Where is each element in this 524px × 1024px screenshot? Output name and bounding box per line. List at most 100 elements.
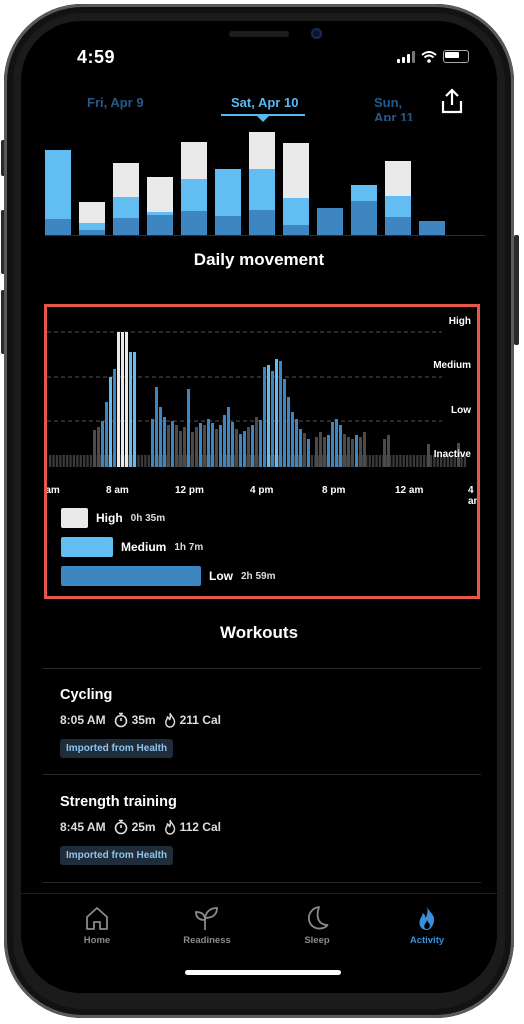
day-bar-medium (45, 150, 71, 219)
day-bar[interactable] (215, 169, 241, 236)
workout-name: Strength training (60, 794, 177, 810)
day-bar-high (283, 143, 309, 198)
day-bar-high (181, 142, 207, 179)
day-bar-high (79, 202, 105, 223)
share-icon[interactable] (439, 87, 465, 115)
app-screen: 4:59 Fri, Apr 9 Sat, Apr 10 Sun, Apr 11 … (21, 21, 497, 993)
tab-sleep-label: Sleep (304, 935, 330, 946)
day-bar-high (385, 161, 411, 196)
workout-name: Cycling (60, 687, 113, 703)
date-current[interactable]: Sat, Apr 10 (231, 95, 298, 110)
day-bar[interactable] (181, 142, 207, 236)
battery-icon (443, 50, 469, 63)
stopwatch-icon (114, 712, 127, 728)
moon-icon (307, 906, 329, 930)
week-chart-baseline (45, 235, 485, 236)
daily-movement-title: Daily movement (193, 250, 325, 269)
weekly-activity-chart[interactable] (45, 121, 485, 236)
imported-badge: Imported from Health (60, 846, 174, 865)
workout-time: 8:45 AM (60, 820, 106, 834)
day-bar-low (215, 216, 241, 236)
workout-meta: 8:45 AM 25m 112 Cal (60, 819, 460, 835)
day-bar-medium (385, 196, 411, 217)
divider (43, 668, 481, 669)
tab-home[interactable]: Home (57, 904, 137, 946)
day-bar-high (249, 132, 275, 169)
power-button (514, 235, 519, 345)
imported-badge: Imported from Health (60, 739, 174, 758)
legend-high-value: 0h 35m (130, 512, 166, 524)
tab-readiness[interactable]: Readiness (167, 904, 247, 946)
date-next-clip: Sun, Apr 11 (361, 91, 425, 121)
workout-time: 8:05 AM (60, 713, 106, 727)
workout-card-cycling[interactable]: Cycling 8:05 AM 35m 211 Cal Imported fro… (60, 687, 460, 758)
hour-label: 4 pm (250, 485, 274, 496)
wifi-icon (421, 50, 437, 63)
workout-card-strength[interactable]: Strength training 8:45 AM 25m 112 Cal Im… (60, 794, 460, 865)
legend-medium-swatch (61, 537, 113, 557)
day-bar[interactable] (351, 185, 377, 236)
flame-icon (164, 819, 175, 835)
day-bar[interactable] (385, 161, 411, 236)
day-bar-low (385, 217, 411, 236)
hour-axis: 4 am 8 am 12 pm 4 pm 8 pm 12 am 4 am (47, 307, 477, 507)
workout-duration: 25m (131, 820, 156, 834)
day-bar-medium (79, 223, 105, 230)
speaker (229, 31, 289, 37)
date-prev-clip: Fri, Apr 9 (21, 91, 161, 121)
divider (43, 882, 481, 883)
day-bar-medium (283, 198, 309, 225)
date-next[interactable]: Sun, Apr 11 (374, 95, 425, 121)
day-bar-medium (113, 197, 139, 218)
flame-icon (164, 712, 175, 728)
tab-home-label: Home (83, 935, 111, 946)
workout-calories: 112 Cal (179, 820, 221, 834)
date-prev[interactable]: Fri, Apr 9 (87, 95, 144, 110)
tab-bar: Home Readiness Sleep Activity (21, 893, 497, 993)
status-icons (397, 50, 469, 63)
day-bar-medium (351, 185, 377, 201)
day-bar-high (113, 163, 139, 197)
legend-high: High 0h 35m (61, 508, 165, 528)
day-bar[interactable] (45, 150, 71, 236)
day-bar-low (113, 218, 139, 236)
day-bar-medium (181, 179, 207, 211)
notch (141, 21, 377, 53)
legend-low-value: 2h 59m (241, 570, 276, 582)
day-bar[interactable] (283, 143, 309, 236)
day-bar[interactable] (249, 132, 275, 236)
legend-medium-value: 1h 7m (174, 541, 204, 553)
sprout-icon (195, 907, 218, 930)
front-camera (311, 28, 322, 39)
hour-label: 12 pm (175, 485, 204, 496)
hour-label: 8 am (106, 485, 129, 496)
workout-calories: 211 Cal (179, 713, 221, 727)
flame-icon (419, 906, 435, 930)
day-bar-low (181, 211, 207, 236)
home-indicator[interactable] (185, 970, 341, 975)
day-bar[interactable] (419, 221, 445, 236)
workout-duration: 35m (131, 713, 156, 727)
legend-high-swatch (61, 508, 88, 528)
tab-sleep[interactable]: Sleep (277, 904, 357, 946)
workout-meta: 8:05 AM 35m 211 Cal (60, 712, 460, 728)
hour-label: 4 am (468, 485, 477, 507)
day-bar[interactable] (79, 202, 105, 236)
hour-label: 4 am (47, 485, 60, 496)
day-bar[interactable] (147, 177, 173, 236)
status-time: 4:59 (77, 47, 116, 67)
tab-activity[interactable]: Activity (387, 904, 467, 946)
daily-movement-chart[interactable]: High Medium Low Inactive 4 am 8 am 12 pm… (44, 304, 480, 599)
divider (43, 774, 481, 775)
hour-label: 8 pm (322, 485, 346, 496)
day-bar-low (249, 210, 275, 236)
home-icon (86, 907, 108, 930)
legend-high-name: High (96, 511, 123, 525)
day-bar[interactable] (113, 163, 139, 236)
workouts-title: Workouts (219, 623, 299, 642)
day-bar[interactable] (317, 208, 343, 236)
tab-readiness-label: Readiness (183, 935, 231, 946)
day-bar-low (317, 208, 343, 236)
day-bar-low (351, 201, 377, 236)
legend-low-swatch (61, 566, 201, 586)
